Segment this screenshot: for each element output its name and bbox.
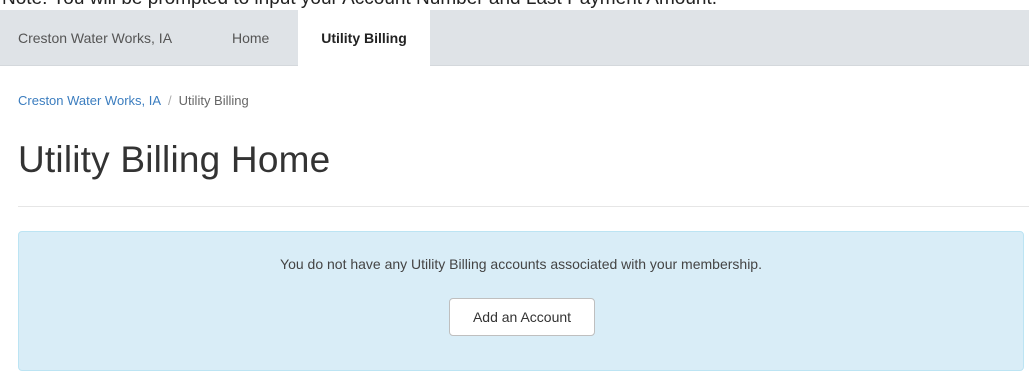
page-title: Utility Billing Home bbox=[18, 139, 331, 180]
breadcrumb-separator: / bbox=[168, 93, 172, 108]
breadcrumb-link-home[interactable]: Creston Water Works, IA bbox=[18, 93, 161, 108]
nav-brand-link[interactable]: Creston Water Works, IA bbox=[18, 10, 172, 66]
title-divider bbox=[18, 206, 1029, 207]
alert-message: You do not have any Utility Billing acco… bbox=[280, 256, 762, 272]
top-navbar: Creston Water Works, IA Home Utility Bil… bbox=[0, 10, 1029, 66]
add-account-button[interactable]: Add an Account bbox=[449, 298, 595, 336]
info-alert: You do not have any Utility Billing acco… bbox=[18, 231, 1024, 371]
breadcrumb-current: Utility Billing bbox=[178, 93, 249, 108]
breadcrumb: Creston Water Works, IA / Utility Billing bbox=[18, 92, 249, 110]
nav-item-home[interactable]: Home bbox=[232, 10, 269, 66]
nav-item-utility-billing[interactable]: Utility Billing bbox=[298, 10, 430, 66]
instruction-note: Note: You will be prompted to input your… bbox=[0, 0, 1029, 10]
